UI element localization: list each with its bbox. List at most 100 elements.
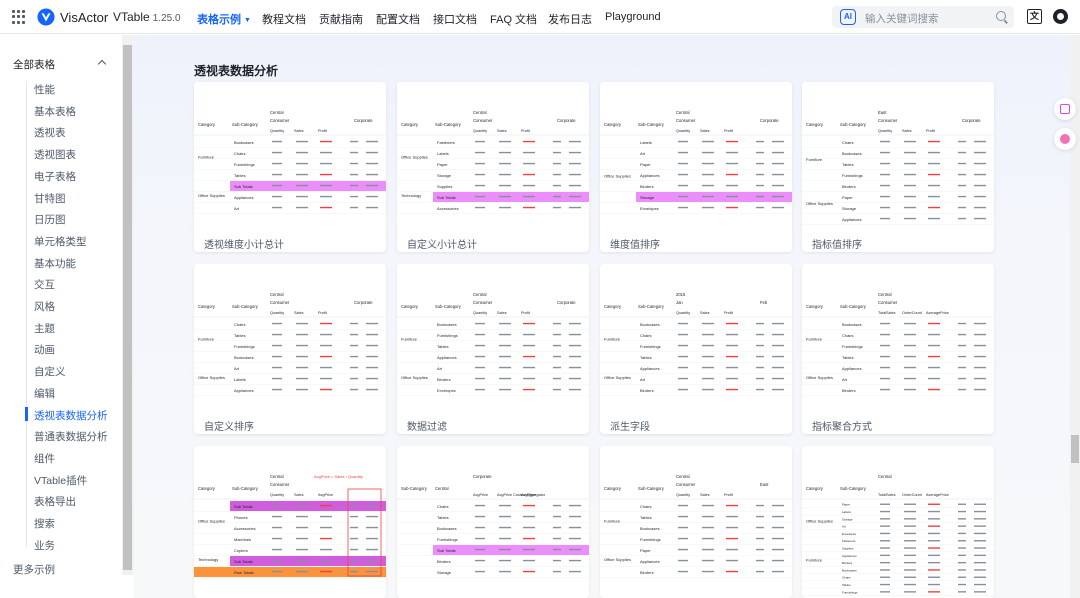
thumb-header: Profit	[926, 129, 936, 133]
sidebar-item[interactable]: 电子表格	[34, 169, 76, 184]
thumb-header: Sub-Category	[435, 122, 462, 127]
example-card[interactable]: Category Sub-Category Central Consumer Corpo…	[194, 82, 386, 252]
thumb-cell	[272, 355, 282, 358]
card-preview-table: Category Sub-Category Central Consumer Total…	[802, 264, 994, 412]
thumb-cell	[958, 569, 966, 571]
sidebar-scrollbar[interactable]	[122, 35, 133, 575]
search-box[interactable]: AI 输入关键词搜索	[832, 6, 1014, 28]
thumb-cell	[272, 344, 282, 347]
thumb-row-label: Labels	[640, 140, 652, 145]
thumb-cell	[880, 366, 890, 369]
sidebar-scrollbar-thumb[interactable]	[123, 45, 132, 570]
card-title[interactable]: 指标值排序	[812, 236, 862, 251]
sidebar-more-examples[interactable]: 更多示例	[13, 562, 55, 577]
thumb-cell	[320, 322, 332, 325]
sidebar-item[interactable]: 普通表数据分析	[34, 429, 108, 444]
example-card[interactable]: Category Sub-Category Central Consumer Corpo…	[397, 264, 589, 434]
card-title[interactable]: 自定义排序	[204, 418, 254, 433]
example-card[interactable]: Category Sub-Category East Consumer Corporat…	[802, 82, 994, 252]
sidebar-item[interactable]: 主题	[34, 321, 55, 336]
thumb-cell	[974, 322, 986, 325]
sidebar-item[interactable]: 日历图	[34, 212, 66, 227]
sidebar-item[interactable]: 单元格类型	[34, 234, 87, 249]
thumb-header: Central	[878, 292, 892, 297]
thumb-cell	[320, 333, 332, 336]
thumb-cell	[523, 322, 535, 325]
example-card[interactable]: Category Sub-Category Central Consumer Quant…	[194, 446, 386, 598]
card-title[interactable]: 维度值排序	[610, 236, 660, 251]
thumb-header: Sales	[497, 311, 507, 315]
card-title[interactable]: 数据过滤	[407, 418, 447, 433]
ai-icon[interactable]: AI	[840, 9, 856, 25]
thumb-cell	[569, 206, 581, 209]
nav-tutorials[interactable]: 教程文档	[262, 11, 306, 27]
search-icon[interactable]	[996, 11, 1006, 21]
sidebar-item[interactable]: 透视表数据分析	[34, 408, 108, 423]
thumb-cell	[726, 184, 738, 187]
github-icon[interactable]	[1053, 9, 1068, 24]
example-card[interactable]: Category Sub-Category Central Consumer Corpo…	[194, 264, 386, 434]
chevron-up-icon[interactable]	[97, 59, 107, 69]
sidebar-item[interactable]: 甘特图	[34, 191, 66, 206]
sidebar-item[interactable]: 交互	[34, 277, 55, 292]
nav-playground[interactable]: Playground	[605, 11, 661, 23]
sidebar-group-all-tables[interactable]: 全部表格	[13, 57, 55, 72]
card-title[interactable]: 指标聚合方式	[812, 418, 872, 433]
example-card[interactable]: Sub-Category Central Corporate AvgPrice AvgP…	[397, 446, 589, 598]
thumb-cell	[296, 504, 308, 507]
sidebar-item[interactable]: 基本表格	[34, 104, 76, 119]
example-card[interactable]: Category Sub-Category Central TotalSales Ord…	[802, 446, 994, 598]
sidebar-item[interactable]: 业务	[34, 538, 55, 553]
sidebar-item[interactable]: VTable插件	[34, 473, 87, 488]
sidebar-item[interactable]: 动画	[34, 342, 55, 357]
sidebar-item[interactable]: 基本功能	[34, 256, 76, 271]
card-title[interactable]: 透视维度小计总计	[204, 236, 284, 251]
thumb-cell	[366, 526, 378, 529]
nav-api[interactable]: 接口文档	[433, 11, 477, 27]
product-name[interactable]: VTable 1.25.0	[113, 10, 181, 24]
nav-changelog[interactable]: 发布日志	[548, 11, 592, 27]
example-card[interactable]: Category Sub-Category Central Consumer East Q…	[600, 446, 792, 598]
thumb-cell	[726, 173, 738, 176]
sidebar-item[interactable]: 风格	[34, 299, 55, 314]
nav-faq[interactable]: FAQ 文档	[490, 11, 537, 27]
page-scrollbar[interactable]	[1070, 35, 1080, 598]
sidebar-item[interactable]: 编辑	[34, 386, 55, 401]
card-title[interactable]: 派生字段	[610, 418, 650, 433]
example-card[interactable]: Category Sub-Category Central Consumer Total…	[802, 264, 994, 434]
example-card[interactable]: Category Sub-Category 2015 Jan Feb Quantity Sa…	[600, 264, 792, 434]
language-icon[interactable]: 文	[1027, 9, 1042, 24]
sidebar-item[interactable]: 自定义	[34, 364, 66, 379]
nav-options[interactable]: 配置文档	[376, 11, 420, 27]
thumb-cell	[296, 526, 308, 529]
sidebar-item[interactable]: 透视表	[34, 125, 66, 140]
thumb-cell	[904, 366, 916, 369]
sidebar-item[interactable]: 透视图表	[34, 147, 76, 162]
sidebar-item[interactable]: 性能	[34, 82, 55, 97]
visactor-logo-icon[interactable]	[37, 8, 55, 26]
page-scrollbar-thumb[interactable]	[1071, 435, 1079, 463]
example-card[interactable]: Category Sub-Category Central Consumer Corpo…	[600, 82, 792, 252]
sidebar-item[interactable]: 表格导出	[34, 494, 76, 509]
card-preview-table: Category Sub-Category Central Consumer Corpo…	[194, 82, 386, 230]
thumb-cell	[958, 510, 966, 513]
thumb-header: Category	[198, 122, 216, 127]
thumb-cell	[726, 162, 738, 165]
thumb-cell	[569, 377, 581, 380]
sidebar-item[interactable]: 组件	[34, 451, 55, 466]
nav-contributing[interactable]: 贡献指南	[319, 11, 363, 27]
card-title[interactable]: 自定义小计总计	[407, 236, 477, 251]
example-card[interactable]: Category Sub-Category Central Consumer Corpo…	[397, 82, 589, 252]
thumb-cell	[272, 548, 282, 551]
floating-tool-button[interactable]	[1054, 98, 1076, 120]
nav-examples[interactable]: 表格示例 ▼	[197, 11, 251, 27]
thumb-cell	[772, 526, 784, 529]
thumb-cell	[296, 140, 308, 143]
thumb-cell	[756, 515, 764, 518]
floating-assistant-button[interactable]	[1054, 128, 1076, 150]
thumb-header: Corporate	[473, 474, 492, 479]
brand-name[interactable]: VisActor	[60, 10, 108, 25]
apps-grid-icon[interactable]	[12, 10, 26, 24]
sidebar-item[interactable]: 搜索	[34, 516, 55, 531]
thumb-cell	[974, 569, 986, 571]
